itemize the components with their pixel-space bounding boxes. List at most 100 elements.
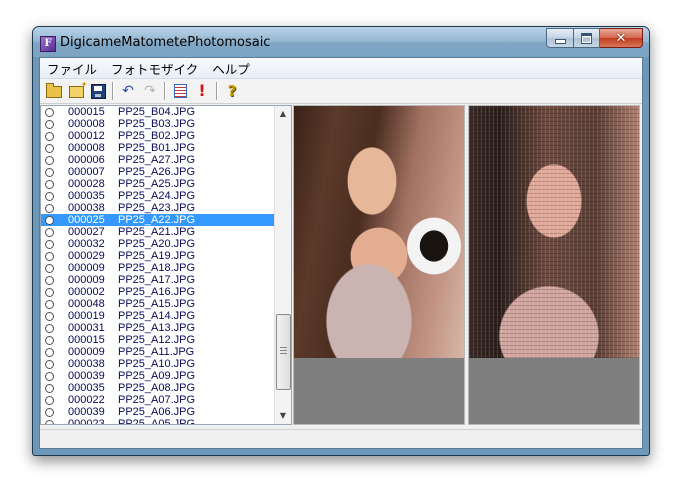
list-item[interactable]: 000038 PP25_A10.JPG — [41, 358, 275, 370]
list-item[interactable]: 000008 PP25_B01.JPG — [41, 142, 275, 154]
radio-button[interactable] — [45, 167, 54, 177]
radio-button[interactable] — [45, 311, 54, 321]
list-item[interactable]: 000019 PP25_A14.JPG — [41, 310, 275, 322]
undo-button[interactable]: ↶ — [118, 81, 138, 101]
list-item-number: 000038 — [68, 202, 105, 214]
list-item[interactable]: 000007 PP25_A26.JPG — [41, 166, 275, 178]
list-item-number: 000015 — [68, 334, 105, 346]
radio-button[interactable] — [45, 419, 54, 424]
list-item[interactable]: 000023 PP25_A05.JPG — [41, 418, 275, 424]
list-item[interactable]: 000039 PP25_A06.JPG — [41, 406, 275, 418]
save-button[interactable] — [88, 81, 108, 101]
radio-button[interactable] — [45, 263, 54, 273]
list-item-number: 000027 — [68, 226, 105, 238]
list-item-number: 000025 — [68, 214, 105, 226]
list-item[interactable]: 000028 PP25_A25.JPG — [41, 178, 275, 190]
list-item-number: 000032 — [68, 238, 105, 250]
list-scrollbar[interactable]: ▲ ▼ — [274, 106, 291, 424]
radio-button[interactable] — [45, 251, 54, 261]
radio-button[interactable] — [45, 371, 54, 381]
radio-button[interactable] — [45, 203, 54, 213]
list-item[interactable]: 000002 PP25_A16.JPG — [41, 286, 275, 298]
radio-button[interactable] — [45, 383, 54, 393]
radio-button[interactable] — [45, 275, 54, 285]
radio-button[interactable] — [45, 287, 54, 297]
list-item-number: 000029 — [68, 250, 105, 262]
list-item-filename: PP25_A20.JPG — [118, 238, 196, 250]
list-item[interactable]: 000048 PP25_A15.JPG — [41, 298, 275, 310]
list-item[interactable]: 000009 PP25_A18.JPG — [41, 262, 275, 274]
list-item[interactable]: 000029 PP25_A19.JPG — [41, 250, 275, 262]
radio-button[interactable] — [45, 143, 54, 153]
list-item[interactable]: 000032 PP25_A20.JPG — [41, 238, 275, 250]
grip-icon — [280, 347, 287, 354]
app-icon[interactable]: F — [40, 36, 56, 52]
radio-button[interactable] — [45, 299, 54, 309]
list-item[interactable]: 000031 PP25_A13.JPG — [41, 322, 275, 334]
radio-button[interactable] — [45, 107, 54, 117]
list-item[interactable]: 000039 PP25_A09.JPG — [41, 370, 275, 382]
list-item[interactable]: 000015 PP25_B04.JPG — [41, 106, 275, 118]
list-item[interactable]: 000022 PP25_A07.JPG — [41, 394, 275, 406]
new-folder-icon — [68, 80, 88, 98]
list-item[interactable]: 000035 PP25_A08.JPG — [41, 382, 275, 394]
radio-button[interactable] — [45, 323, 54, 333]
radio-button[interactable] — [45, 239, 54, 249]
list-item[interactable]: 000009 PP25_A11.JPG — [41, 346, 275, 358]
radio-button[interactable] — [45, 215, 54, 225]
help-button[interactable]: ? — [222, 81, 242, 101]
radio-button[interactable] — [45, 347, 54, 357]
menu-help[interactable]: ヘルプ — [205, 59, 257, 78]
radio-button[interactable] — [45, 155, 54, 165]
radio-button[interactable] — [45, 131, 54, 141]
list-item-filename: PP25_A07.JPG — [118, 394, 196, 406]
list-item[interactable]: 000035 PP25_A24.JPG — [41, 190, 275, 202]
list-item-number: 000002 — [68, 286, 105, 298]
minimize-button[interactable] — [546, 28, 574, 48]
list-item-filename: PP25_A08.JPG — [118, 382, 196, 394]
list-item-number: 000009 — [68, 274, 105, 286]
list-button[interactable] — [170, 81, 190, 101]
list-item[interactable]: 000008 PP25_B03.JPG — [41, 118, 275, 130]
list-item[interactable]: 000027 PP25_A21.JPG — [41, 226, 275, 238]
list-item[interactable]: 000038 PP25_A23.JPG — [41, 202, 275, 214]
radio-button[interactable] — [45, 119, 54, 129]
radio-button[interactable] — [45, 359, 54, 369]
list-item-number: 000009 — [68, 346, 105, 358]
maximize-button[interactable] — [574, 28, 600, 48]
list-item[interactable]: 000025 PP25_A22.JPG — [41, 214, 275, 226]
menu-file[interactable]: ファイル — [40, 59, 104, 78]
alert-button[interactable]: ! — [192, 81, 212, 101]
scroll-down-arrow[interactable]: ▼ — [275, 408, 291, 424]
radio-button[interactable] — [45, 227, 54, 237]
close-button[interactable]: ✕ — [600, 28, 643, 48]
redo-button[interactable]: ↷ — [140, 81, 160, 101]
window-title: DigicameMatometePhotomosaic — [60, 35, 271, 50]
new-folder-button[interactable] — [66, 80, 88, 101]
close-icon: ✕ — [615, 30, 627, 46]
toolbar-separator — [112, 82, 114, 100]
list-item-number: 000028 — [68, 178, 105, 190]
list-item-number: 000015 — [68, 106, 105, 118]
list-item[interactable]: 000009 PP25_A17.JPG — [41, 274, 275, 286]
scroll-up-arrow[interactable]: ▲ — [275, 106, 291, 122]
toolbar-separator — [216, 82, 218, 100]
list-item-number: 000007 — [68, 166, 105, 178]
radio-button[interactable] — [45, 191, 54, 201]
minimize-icon — [554, 39, 566, 44]
title-bar[interactable]: F DigicameMatometePhotomosaic ✕ — [33, 27, 649, 57]
open-button[interactable] — [44, 81, 64, 101]
file-list[interactable]: 000015 PP25_B04.JPG 000008 PP25_B03.JPG 0000… — [40, 105, 292, 425]
undo-icon: ↶ — [122, 83, 134, 99]
radio-button[interactable] — [45, 179, 54, 189]
menu-photomosaic[interactable]: フォトモザイク — [104, 59, 205, 78]
list-item[interactable]: 000015 PP25_A12.JPG — [41, 334, 275, 346]
radio-button[interactable] — [45, 407, 54, 417]
scroll-thumb[interactable] — [276, 314, 291, 390]
list-item[interactable]: 000012 PP25_B02.JPG — [41, 130, 275, 142]
list-item[interactable]: 000006 PP25_A27.JPG — [41, 154, 275, 166]
client-area: ファイル フォトモザイク ヘルプ ↶ ↷ ! ? 000015 PP25_B04.… — [39, 57, 643, 449]
menu-bar: ファイル フォトモザイク ヘルプ — [40, 58, 642, 79]
radio-button[interactable] — [45, 335, 54, 345]
radio-button[interactable] — [45, 395, 54, 405]
